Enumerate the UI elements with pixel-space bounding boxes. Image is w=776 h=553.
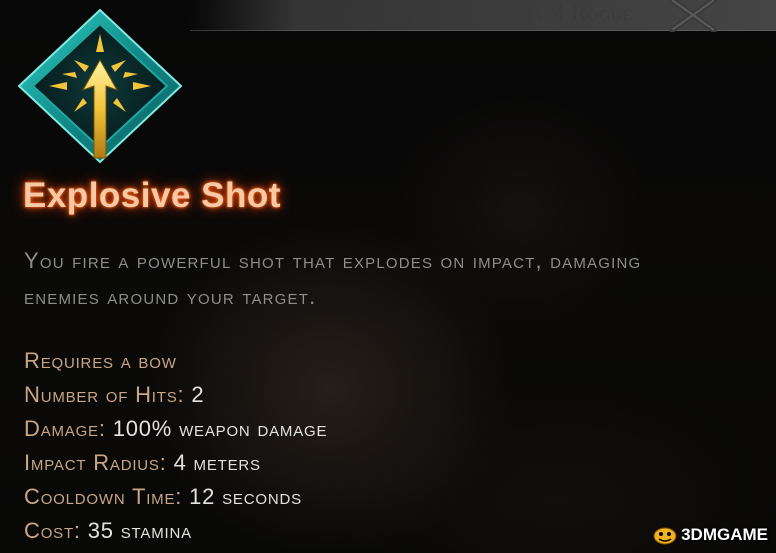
stat-cost: Cost: 35 stamina — [24, 515, 327, 549]
stat-value: 35 stamina — [87, 518, 192, 543]
stat-label: Number of Hits: — [24, 382, 185, 407]
stat-value: 12 seconds — [189, 484, 302, 509]
explosive-shot-arrow-icon — [17, 8, 183, 164]
stat-number-of-hits: Number of Hits: 2 — [24, 379, 327, 413]
ability-description: You fire a powerful shot that explodes o… — [24, 248, 642, 309]
stat-label: Impact Radius: — [24, 450, 167, 475]
3dm-logo-icon — [653, 527, 677, 545]
stat-value: 2 — [191, 382, 205, 407]
watermark: 3DMGAME — [651, 522, 768, 548]
requirement-line: Requires a bow — [24, 345, 327, 379]
ability-stats: Requires a bow Number of Hits: 2 Damage:… — [24, 345, 327, 549]
stat-damage: Damage: 100% weapon damage — [24, 413, 327, 447]
stat-value: 4 meters — [173, 450, 261, 475]
stat-cooldown-time: Cooldown Time: 12 seconds — [24, 481, 327, 515]
character-level-label: Level 4 Rogue — [490, 0, 634, 25]
watermark-text: 3DMGAME — [681, 525, 768, 544]
stat-label: Damage: — [24, 416, 106, 441]
stat-label: Cost: — [24, 518, 81, 543]
crossed-daggers-icon — [669, 0, 717, 32]
requirement-text: Requires a bow — [24, 348, 177, 373]
ability-title: Explosive Shot — [23, 176, 281, 215]
stat-impact-radius: Impact Radius: 4 meters — [24, 447, 327, 481]
stat-value: 100% weapon damage — [112, 416, 328, 441]
stat-label: Cooldown Time: — [24, 484, 183, 509]
